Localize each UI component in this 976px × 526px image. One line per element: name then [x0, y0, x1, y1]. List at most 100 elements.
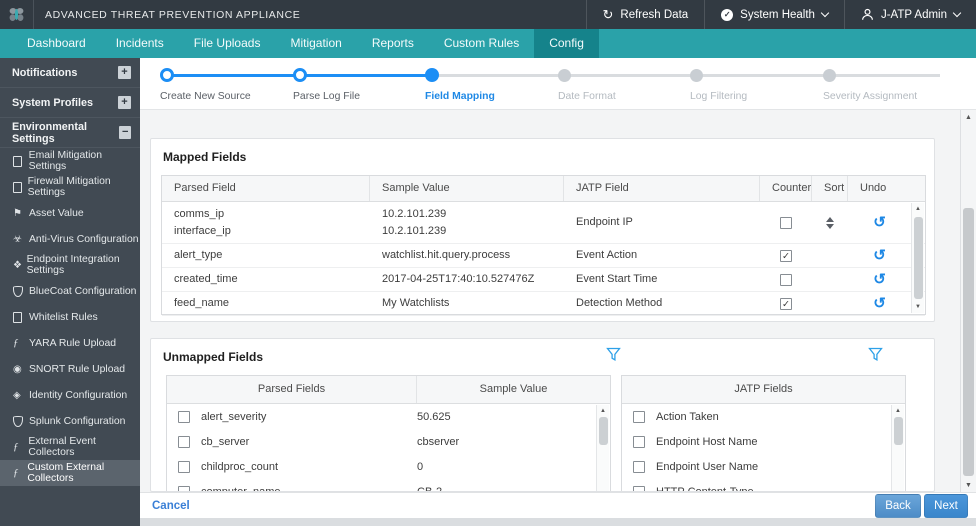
sidebar-group-system-profiles[interactable]: System Profiles + [0, 88, 140, 118]
expand-plus-icon[interactable]: + [118, 96, 131, 109]
scrollbar-thumb[interactable] [894, 417, 903, 445]
refresh-data-button[interactable]: ↻ Refresh Data [585, 0, 705, 29]
cancel-link[interactable]: Cancel [152, 500, 190, 512]
sidebar-item-bluecoat-configuration[interactable]: BlueCoat Configuration [0, 278, 140, 304]
config-sidebar: Notifications + System Profiles + Enviro… [0, 58, 140, 526]
group-label: Environmental Settings [12, 120, 87, 145]
sample-value: 10.2.101.239 [382, 224, 447, 237]
parsed-field-name: cb_server [201, 435, 250, 448]
next-button[interactable]: Next [924, 493, 968, 518]
sidebar-item-email-mitigation-settings[interactable]: Email Mitigation Settings [0, 148, 140, 174]
step-dot-create-new-source[interactable] [160, 68, 174, 82]
butterfly-logo-icon [9, 8, 24, 21]
undo-mapping-button[interactable]: ↺ [873, 296, 886, 311]
filter-parsed-fields-icon[interactable] [606, 347, 621, 362]
mapped-fields-table: Parsed Field Sample Value JATP Field Cou… [161, 175, 926, 316]
sidebar-item-custom-external-collectors[interactable]: ƒ Custom External Collectors [0, 460, 140, 486]
step-dot-field-mapping[interactable] [425, 68, 439, 82]
select-field-checkbox[interactable] [633, 460, 645, 473]
parsed-field-value: alert_type [174, 249, 223, 261]
scroll-up-arrow[interactable]: ▲ [912, 206, 924, 212]
tab-file-uploads[interactable]: File Uploads [179, 29, 276, 58]
step-label: Date Format [558, 91, 616, 102]
unmapped-parsed-header: Parsed Fields Sample Value [167, 376, 610, 404]
tab-custom-rules[interactable]: Custom Rules [429, 29, 534, 58]
mapped-table-header: Parsed Field Sample Value JATP Field Cou… [162, 176, 925, 202]
undo-mapping-button[interactable]: ↺ [873, 248, 886, 263]
parsed-field-name: alert_severity [201, 410, 267, 423]
counter-checkbox[interactable] [780, 249, 792, 262]
tab-dashboard[interactable]: Dashboard [12, 29, 101, 58]
sidebar-item-whitelist-rules[interactable]: Whitelist Rules [0, 304, 140, 330]
tab-mitigation[interactable]: Mitigation [275, 29, 356, 58]
sidebar-item-splunk-configuration[interactable]: Splunk Configuration [0, 408, 140, 434]
col-jatp-fields: JATP Fields [734, 383, 793, 395]
sidebar-item-snort-rule-upload[interactable]: ◉ SNORT Rule Upload [0, 356, 140, 382]
sidebar-item-yara-rule-upload[interactable]: ƒ YARA Rule Upload [0, 330, 140, 356]
select-field-checkbox[interactable] [178, 410, 190, 423]
undo-mapping-button[interactable]: ↺ [873, 272, 886, 287]
tab-incidents[interactable]: Incidents [101, 29, 179, 58]
counter-checkbox[interactable] [780, 216, 792, 229]
step-dot-severity-assignment [823, 69, 836, 82]
counter-checkbox[interactable] [780, 273, 792, 286]
scroll-down-arrow[interactable]: ▼ [912, 304, 924, 310]
sample-value: watchlist.hit.query.process [382, 249, 511, 261]
group-label: System Profiles [12, 96, 94, 109]
col-parsed-fields: Parsed Fields [167, 376, 417, 403]
footer-bottom-strip [140, 518, 976, 526]
document-gear-icon [13, 182, 28, 193]
sidebar-item-external-event-collectors[interactable]: ƒ External Event Collectors [0, 434, 140, 460]
list-item: Action Taken [622, 404, 905, 429]
atp-appliance-window: ADVANCED THREAT PREVENTION APPLIANCE ↻ R… [0, 0, 976, 526]
user-name-label: J-ATP Admin [880, 8, 947, 21]
target-circle-icon: ◉ [13, 363, 22, 375]
filter-jatp-fields-icon[interactable] [868, 347, 883, 362]
scroll-up-arrow[interactable]: ▲ [961, 114, 976, 121]
sidebar-item-endpoint-integration-settings[interactable]: ❖ Endpoint Integration Settings [0, 252, 140, 278]
tab-reports[interactable]: Reports [357, 29, 429, 58]
tab-config[interactable]: Config [534, 29, 599, 58]
list-item: computer_name CB-2 [167, 479, 610, 491]
scrollbar-thumb[interactable] [599, 417, 608, 445]
jatp-field-value: Event Action [576, 249, 638, 261]
sidebar-item-anti-virus-configuration[interactable]: ☣ Anti-Virus Configuration [0, 226, 140, 252]
collapse-minus-icon[interactable]: − [119, 126, 131, 139]
sort-toggle[interactable] [826, 216, 834, 229]
parsed-field-value: comms_ip [174, 207, 225, 220]
sidebar-group-notifications[interactable]: Notifications + [0, 58, 140, 88]
unmapped-jatp-scrollbar[interactable]: ▲ [891, 405, 904, 491]
expand-plus-icon[interactable]: + [118, 66, 131, 79]
sidebar-item-identity-configuration[interactable]: ◈ Identity Configuration [0, 382, 140, 408]
mapped-table-scrollbar[interactable]: ▲ ▼ [911, 203, 924, 313]
scrollbar-thumb[interactable] [963, 208, 974, 476]
list-item: childproc_count 0 [167, 454, 610, 479]
scroll-up-arrow[interactable]: ▲ [892, 408, 904, 414]
select-field-checkbox[interactable] [178, 460, 190, 473]
system-health-label: System Health [740, 8, 815, 21]
refresh-icon: ↻ [602, 7, 614, 22]
page-scrollbar[interactable]: ▲ ▼ [960, 110, 976, 492]
counter-checkbox[interactable] [780, 297, 792, 310]
select-field-checkbox[interactable] [633, 435, 645, 448]
sidebar-item-firewall-mitigation-settings[interactable]: Firewall Mitigation Settings [0, 174, 140, 200]
sidebar-group-environmental-settings[interactable]: Environmental Settings − [0, 118, 140, 148]
select-field-checkbox[interactable] [633, 410, 645, 423]
select-field-checkbox[interactable] [178, 435, 190, 448]
virus-icon: ☣ [13, 233, 22, 245]
undo-mapping-button[interactable]: ↺ [873, 215, 886, 230]
scrollbar-thumb[interactable] [914, 217, 923, 299]
top-header-bar: ADVANCED THREAT PREVENTION APPLIANCE ↻ R… [0, 0, 976, 29]
rule-script-icon: ƒ [13, 337, 19, 349]
sample-value: My Watchlists [382, 297, 450, 309]
step-dot-parse-log-file[interactable] [293, 68, 307, 82]
rule-script-icon: ƒ [13, 467, 19, 479]
user-account-menu[interactable]: J-ATP Admin [843, 0, 976, 29]
scroll-down-arrow[interactable]: ▼ [961, 482, 976, 489]
back-button[interactable]: Back [875, 493, 921, 518]
sidebar-item-label: Custom External Collectors [27, 462, 105, 484]
sidebar-item-asset-value[interactable]: ⚑ Asset Value [0, 200, 140, 226]
system-health-menu[interactable]: ✓ System Health [704, 0, 844, 29]
unmapped-parsed-scrollbar[interactable]: ▲ [596, 405, 609, 491]
scroll-up-arrow[interactable]: ▲ [597, 408, 609, 414]
